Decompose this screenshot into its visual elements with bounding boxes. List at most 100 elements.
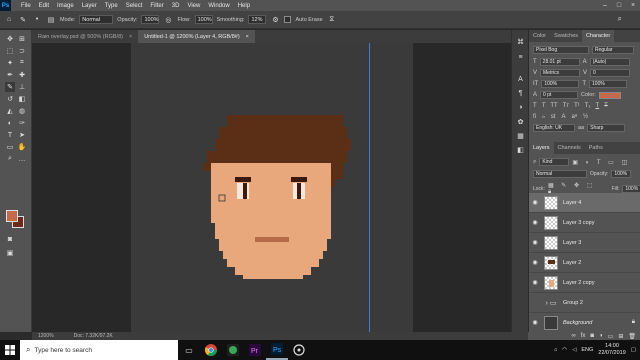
flow-field[interactable]: 100%: [194, 15, 213, 24]
clone-stamp-icon[interactable]: ⊥: [17, 82, 27, 92]
eyedropper-icon[interactable]: ✒: [5, 70, 15, 80]
eye-icon[interactable]: ◉: [529, 193, 541, 213]
tray-language[interactable]: ENG: [581, 347, 593, 353]
eye-icon[interactable]: ◉: [529, 233, 541, 253]
menu-file[interactable]: File: [17, 3, 35, 9]
language-select[interactable]: English: UK: [533, 124, 575, 132]
vertical-scale-field[interactable]: 100%: [541, 80, 580, 88]
taskbar-clock[interactable]: 14:00 22/07/2019: [598, 343, 626, 357]
brush-size-icon[interactable]: •: [32, 15, 42, 25]
vertical-guide-line[interactable]: [369, 43, 370, 332]
swash-icon[interactable]: ℴ: [542, 113, 545, 120]
maximize-icon[interactable]: □: [612, 0, 626, 11]
adjustments-panel-icon[interactable]: ◑: [515, 102, 526, 113]
rectangle-tool-icon[interactable]: ▭: [5, 142, 15, 152]
document-canvas[interactable]: [131, 43, 413, 332]
chrome-icon[interactable]: [200, 340, 222, 360]
layer-row[interactable]: › ▭ Group 2: [529, 293, 640, 313]
layer-filter-icons[interactable]: ▣ ◐ T ▭ ◫: [572, 159, 630, 166]
menu-image[interactable]: Image: [53, 3, 78, 9]
windows-start-icon[interactable]: [0, 340, 20, 360]
layer-row[interactable]: ◉ Layer 2: [529, 253, 640, 273]
menu-3d[interactable]: 3D: [168, 3, 184, 9]
opacity-field[interactable]: 100%: [141, 15, 160, 24]
artboard-tool-icon[interactable]: ⊞: [17, 34, 27, 44]
menu-edit[interactable]: Edit: [35, 3, 53, 9]
underline-icon[interactable]: T: [595, 103, 599, 109]
menu-filter[interactable]: Filter: [146, 3, 167, 9]
photos-icon[interactable]: [222, 340, 244, 360]
add-mask-icon[interactable]: ◙: [590, 333, 594, 339]
lasso-tool-icon[interactable]: ⊃: [17, 46, 27, 56]
close-icon[interactable]: ×: [246, 34, 249, 40]
tab-color[interactable]: Color: [529, 30, 550, 42]
healing-brush-icon[interactable]: ✚: [17, 70, 27, 80]
premiere-icon[interactable]: Pr: [244, 340, 266, 360]
quick-mask-icon[interactable]: ◙: [5, 234, 15, 244]
paragraph-panel-icon[interactable]: ¶: [515, 88, 526, 99]
tray-people-icon[interactable]: ⌂: [554, 347, 557, 353]
home-icon[interactable]: ⌂: [4, 15, 14, 25]
zoom-tool-icon[interactable]: ⌕: [5, 154, 15, 164]
tray-volume-icon[interactable]: ◁: [572, 347, 576, 353]
eye-icon[interactable]: ◉: [529, 253, 541, 273]
tab-paths[interactable]: Paths: [585, 142, 607, 154]
fractions-icon[interactable]: ½: [583, 114, 588, 120]
faux-bold-icon[interactable]: T: [533, 103, 537, 109]
small-caps-icon[interactable]: Tт: [563, 103, 569, 109]
more-tools-icon[interactable]: …: [17, 154, 27, 164]
eye-icon[interactable]: ◉: [529, 273, 541, 293]
horizontal-scale-field[interactable]: 100%: [589, 80, 628, 88]
antialias-select[interactable]: Sharp: [587, 124, 626, 132]
menu-view[interactable]: View: [183, 3, 204, 9]
font-style-select[interactable]: Regular: [592, 46, 634, 54]
foreground-color-swatch[interactable]: [6, 210, 18, 222]
history-panel-icon[interactable]: ⌘: [515, 36, 526, 47]
all-caps-icon[interactable]: TT: [550, 103, 557, 109]
blur-tool-icon[interactable]: ◍: [17, 106, 27, 116]
eraser-tool-icon[interactable]: ◧: [17, 94, 27, 104]
crop-tool-icon[interactable]: ⌗: [17, 58, 27, 68]
fill-field[interactable]: 100%: [622, 185, 640, 193]
styles-panel-icon[interactable]: ✿: [515, 116, 526, 127]
canvas-area[interactable]: [32, 43, 528, 332]
kerning-field[interactable]: Metrics: [540, 69, 581, 77]
path-select-icon[interactable]: ➤: [17, 130, 27, 140]
stylistic-icon[interactable]: st: [551, 114, 556, 120]
layer-row[interactable]: ◉ Layer 3 copy: [529, 213, 640, 233]
font-family-select[interactable]: Pixel Bog: [533, 46, 589, 54]
menu-select[interactable]: Select: [122, 3, 147, 9]
tab-character[interactable]: Character: [582, 30, 615, 42]
strikethrough-icon[interactable]: T: [604, 103, 608, 109]
pen-tool-icon[interactable]: ✑: [17, 118, 27, 128]
tab-swatches[interactable]: Swatches: [550, 30, 582, 42]
taskbar-search-box[interactable]: ⌕ Type here to search: [20, 340, 178, 360]
history-brush-icon[interactable]: ↺: [5, 94, 15, 104]
character-panel-icon[interactable]: A: [515, 74, 526, 85]
auto-erase-checkbox[interactable]: [284, 16, 292, 23]
pressure-opacity-icon[interactable]: ◎: [163, 15, 173, 25]
font-size-field[interactable]: 28.01 pt: [539, 58, 580, 66]
pencil-tool-icon[interactable]: ✎: [18, 15, 28, 25]
tab-channels[interactable]: Channels: [554, 142, 585, 154]
photoshop-taskbar-icon[interactable]: Ps: [266, 340, 288, 360]
trash-icon[interactable]: 🗑︎: [628, 333, 636, 340]
libraries-panel-icon[interactable]: ▦: [515, 130, 526, 141]
marquee-tool-icon[interactable]: ⬚: [5, 46, 15, 56]
zoom-level[interactable]: 1200%: [38, 333, 54, 339]
swatch-panel-icon[interactable]: ◧: [515, 144, 526, 155]
brush-settings-icon[interactable]: ▤: [46, 15, 56, 25]
layer-kind-select[interactable]: Kind: [539, 158, 570, 166]
lock-icon[interactable]: 🔒︎: [632, 319, 635, 326]
properties-panel-icon[interactable]: ≡: [515, 52, 526, 63]
quick-select-icon[interactable]: ✦: [5, 58, 15, 68]
text-color-swatch[interactable]: [598, 91, 621, 99]
layer-opacity-field[interactable]: 100%: [611, 170, 632, 178]
layer-row[interactable]: ◉ Background 🔒︎: [529, 313, 640, 333]
tracking-field[interactable]: 0: [590, 69, 631, 77]
eye-icon[interactable]: [529, 293, 541, 313]
app-circle-icon[interactable]: [288, 340, 310, 360]
ordinal-icon[interactable]: aᵃ: [571, 114, 577, 120]
notifications-icon[interactable]: ▢: [631, 347, 636, 353]
smoothing-field[interactable]: 12%: [248, 15, 267, 24]
